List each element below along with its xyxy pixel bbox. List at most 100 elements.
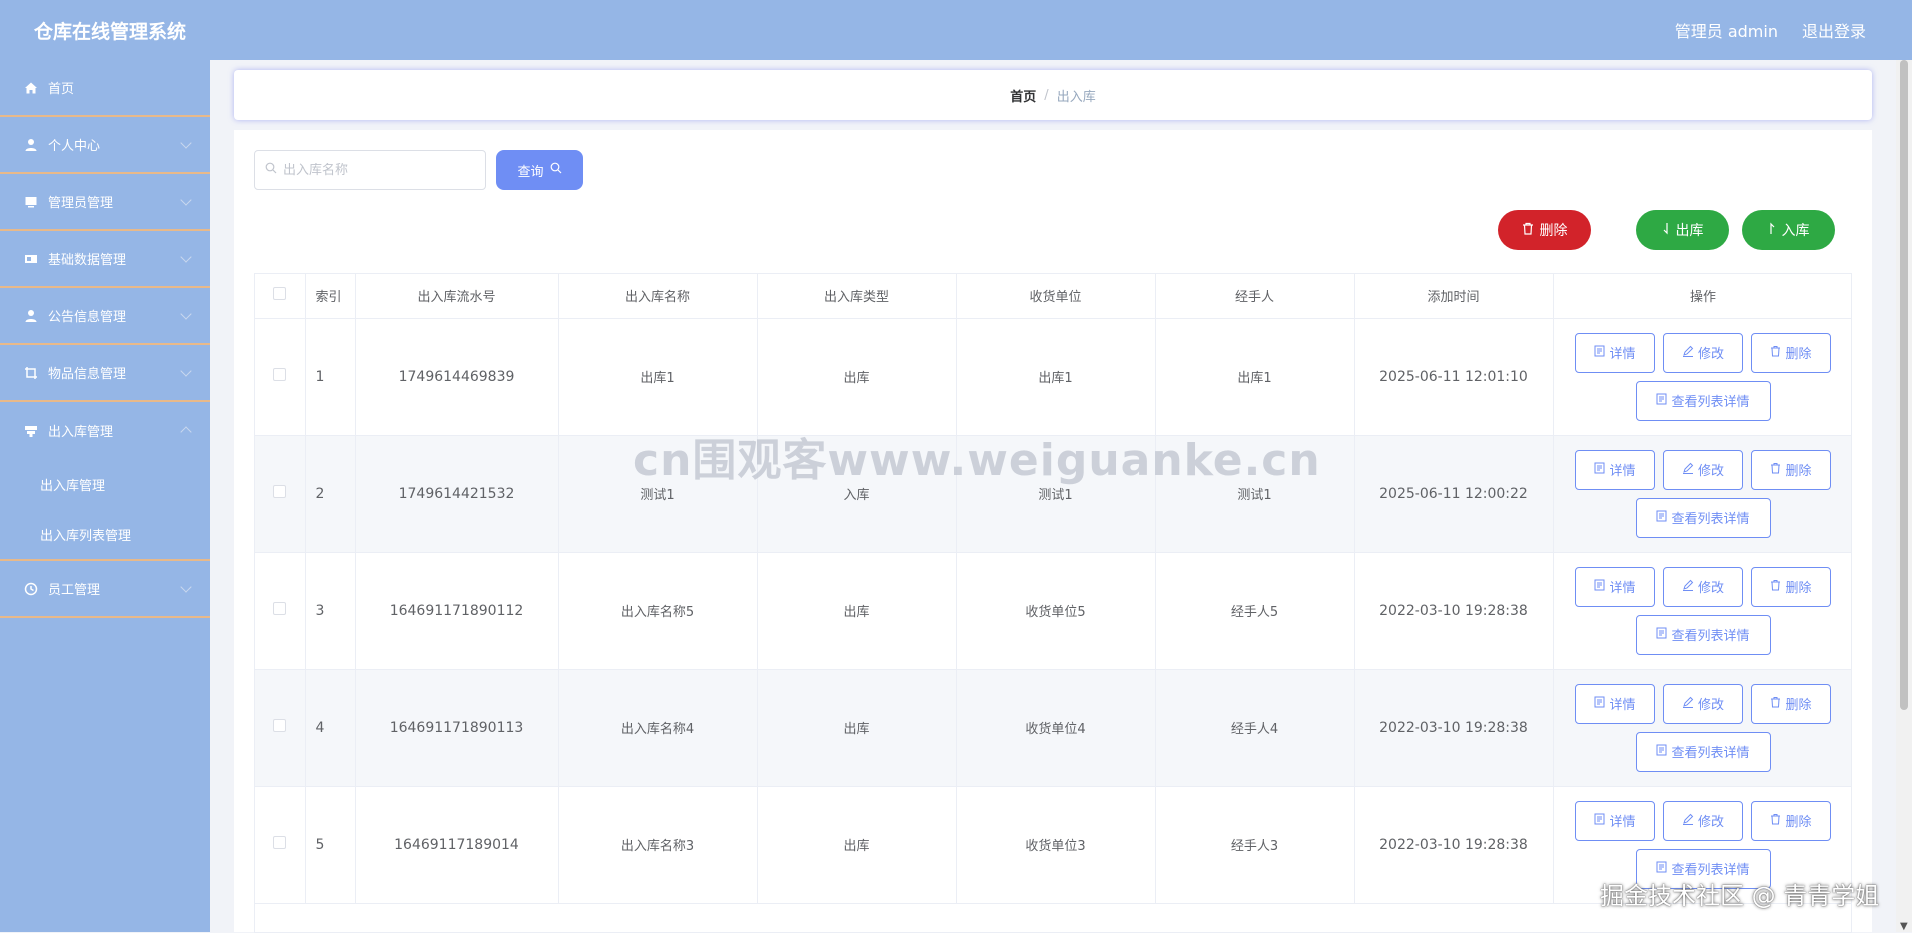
detail-button[interactable]: 详情 xyxy=(1575,566,1655,607)
current-user[interactable]: 管理员 admin xyxy=(1675,18,1778,42)
row-checkbox[interactable] xyxy=(273,368,287,381)
sidebar-item-label: 物品信息管理 xyxy=(48,367,127,382)
arrow-up-icon xyxy=(1768,222,1776,239)
column-header-actions: 操作 xyxy=(1553,274,1851,319)
detail-button[interactable]: 详情 xyxy=(1575,800,1655,841)
query-button[interactable]: 查询 xyxy=(496,150,583,190)
detail-button[interactable]: 详情 xyxy=(1575,683,1655,724)
sidebar-item-personal-center[interactable]: 个人中心 xyxy=(0,117,210,174)
page-scrollbar[interactable]: ▼ xyxy=(1896,60,1912,932)
delete-label: 删除 xyxy=(1785,464,1812,479)
sidebar-item-label: 首页 xyxy=(48,82,75,97)
sidebar-item-goods-management[interactable]: 物品信息管理 xyxy=(0,345,210,402)
document-icon xyxy=(1594,345,1605,361)
breadcrumb-home[interactable]: 首页 xyxy=(1010,86,1036,105)
row-select-cell xyxy=(255,318,306,436)
delete-button[interactable]: 删除 xyxy=(1751,683,1831,724)
view-list-detail-label: 查看列表详情 xyxy=(1671,512,1750,527)
inbound-label: 入库 xyxy=(1781,223,1810,239)
edit-button[interactable]: 修改 xyxy=(1663,332,1743,373)
scrollbar-thumb[interactable] xyxy=(1900,60,1908,710)
sidebar-item-notice-management[interactable]: 公告信息管理 xyxy=(0,288,210,345)
view-list-detail-button[interactable]: 查看列表详情 xyxy=(1635,614,1771,655)
row-checkbox[interactable] xyxy=(273,602,287,615)
logout-link[interactable]: 退出登录 xyxy=(1802,18,1866,42)
cell-actions: 详情 修改 删除查看列表详情 xyxy=(1553,786,1851,904)
cell-index: 4 xyxy=(305,669,356,787)
arrow-down-icon xyxy=(1662,222,1670,239)
scroll-down-icon[interactable]: ▼ xyxy=(1900,921,1908,932)
view-list-detail-button[interactable]: 查看列表详情 xyxy=(1635,731,1771,772)
delete-button[interactable]: 删除 xyxy=(1751,332,1831,373)
row-actions: 详情 修改 删除查看列表详情 xyxy=(1554,566,1852,655)
cell-index: 5 xyxy=(305,786,356,904)
submenu-inout-list-management[interactable]: 出入库列表管理 xyxy=(0,509,210,559)
edit-button[interactable]: 修改 xyxy=(1663,683,1743,724)
trash-icon xyxy=(1770,579,1781,595)
bank-icon xyxy=(24,424,38,438)
delete-button[interactable]: 删除 xyxy=(1751,800,1831,841)
delete-label: 删除 xyxy=(1785,581,1812,596)
home-icon xyxy=(24,81,38,95)
sidebar-item-label: 管理员管理 xyxy=(48,196,114,211)
user-icon xyxy=(24,138,38,152)
column-header-index: 索引 xyxy=(305,274,356,319)
view-list-detail-button[interactable]: 查看列表详情 xyxy=(1635,497,1771,538)
cell-actions: 详情 修改 删除查看列表详情 xyxy=(1553,552,1852,670)
detail-label: 详情 xyxy=(1609,464,1636,479)
cell-actions: 详情 修改 删除查看列表详情 xyxy=(1553,435,1852,553)
row-actions: 详情 修改 删除查看列表详情 xyxy=(1554,449,1852,538)
sidebar-item-admin-management[interactable]: 管理员管理 xyxy=(0,174,210,231)
pencil-icon xyxy=(1682,579,1694,595)
row-checkbox[interactable] xyxy=(273,719,287,732)
edit-button[interactable]: 修改 xyxy=(1663,800,1743,841)
edit-button[interactable]: 修改 xyxy=(1663,566,1743,607)
cell-receiver: 出库1 xyxy=(956,318,1156,436)
sidebar-item-home[interactable]: 首页 xyxy=(0,60,210,117)
edit-label: 修改 xyxy=(1697,581,1724,596)
row-checkbox[interactable] xyxy=(273,485,287,498)
view-list-detail-button[interactable]: 查看列表详情 xyxy=(1635,848,1771,889)
cell-receiver: 收货单位3 xyxy=(956,786,1156,904)
search-icon xyxy=(265,162,277,178)
edit-button[interactable]: 修改 xyxy=(1663,449,1743,490)
batch-delete-label: 删除 xyxy=(1539,223,1568,239)
detail-button[interactable]: 详情 xyxy=(1575,449,1655,490)
submenu-inout-management[interactable]: 出入库管理 xyxy=(0,459,210,509)
sidebar-item-label: 公告信息管理 xyxy=(48,310,127,325)
view-list-detail-button[interactable]: 查看列表详情 xyxy=(1635,380,1771,421)
top-header: 仓库在线管理系统 管理员 admin 退出登录 xyxy=(0,0,1912,60)
sidebar-item-staff-management[interactable]: 员工管理 xyxy=(0,561,210,618)
trash-icon xyxy=(1770,462,1781,478)
cell-name: 测试1 xyxy=(558,435,758,553)
cell-serial: 1749614469839 xyxy=(355,318,559,436)
search-field[interactable] xyxy=(254,150,486,190)
cell-index: 1 xyxy=(305,318,356,436)
trash-icon xyxy=(1770,345,1781,361)
sidebar-item-basic-data-management[interactable]: 基础数据管理 xyxy=(0,231,210,288)
delete-button[interactable]: 删除 xyxy=(1751,449,1831,490)
chevron-down-icon xyxy=(180,251,192,263)
document-icon xyxy=(1656,744,1667,760)
sidebar-item-inout-management[interactable]: 出入库管理 xyxy=(0,402,210,459)
cell-time: 2025-06-11 12:00:22 xyxy=(1354,435,1554,553)
delete-label: 删除 xyxy=(1785,815,1812,830)
cell-type: 出库 xyxy=(757,552,957,670)
search-input[interactable] xyxy=(283,162,473,178)
view-list-detail-label: 查看列表详情 xyxy=(1671,863,1750,878)
row-checkbox[interactable] xyxy=(273,836,287,849)
film-icon xyxy=(24,252,38,266)
inbound-button[interactable]: 入库 xyxy=(1742,210,1835,250)
delete-button[interactable]: 删除 xyxy=(1751,566,1831,607)
chevron-up-icon xyxy=(180,426,192,438)
outbound-button[interactable]: 出库 xyxy=(1636,210,1729,250)
table-row: 4 164691171890113 出入库名称4 出库 收货单位4 经手人4 2022-03… xyxy=(255,669,1851,787)
cell-handler: 出库1 xyxy=(1155,318,1355,436)
edit-label: 修改 xyxy=(1697,464,1724,479)
cell-type: 出库 xyxy=(757,318,957,436)
select-all-checkbox[interactable] xyxy=(273,287,287,301)
batch-delete-button[interactable]: 删除 xyxy=(1498,210,1591,250)
detail-button[interactable]: 详情 xyxy=(1575,332,1655,373)
cell-name: 出入库名称3 xyxy=(558,786,758,904)
delete-label: 删除 xyxy=(1785,347,1812,362)
